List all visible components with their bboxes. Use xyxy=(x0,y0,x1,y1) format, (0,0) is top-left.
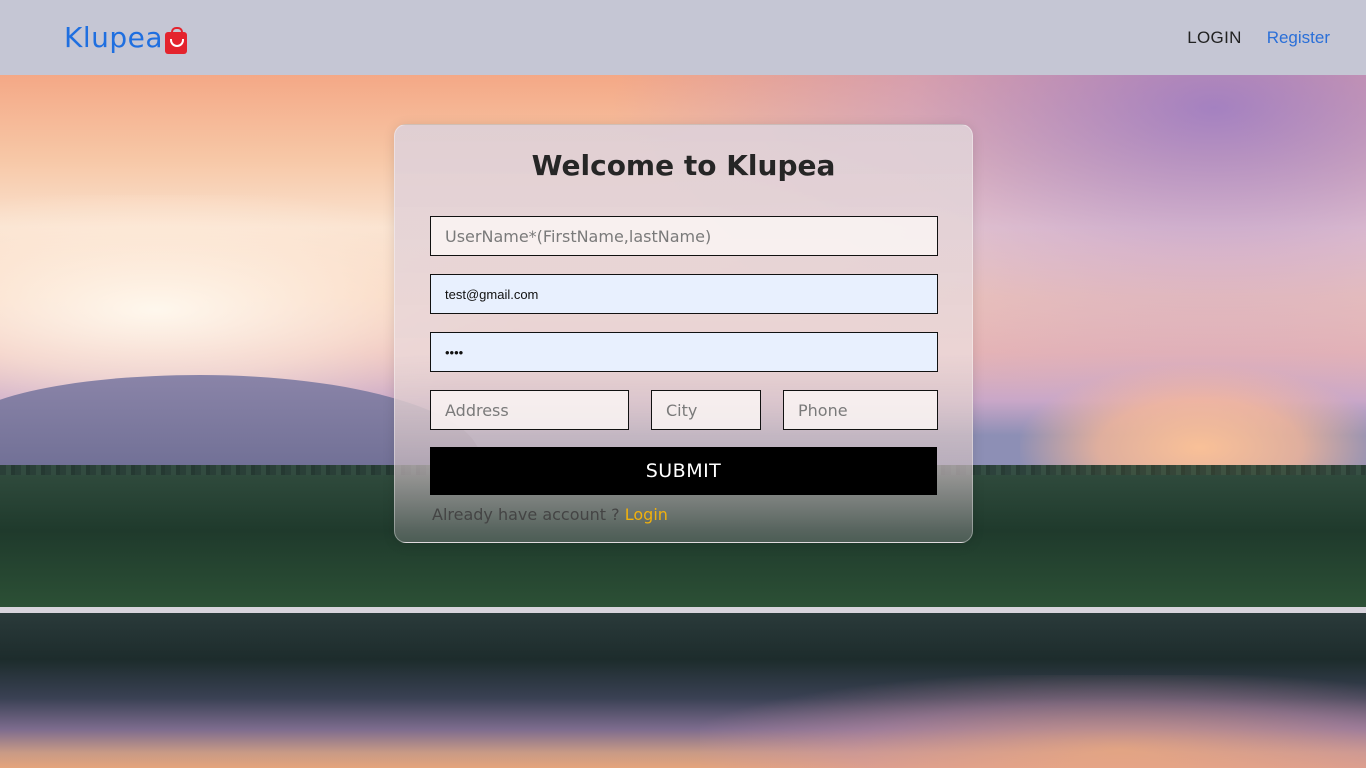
nav-login-link[interactable]: LOGIN xyxy=(1187,28,1241,48)
city-input[interactable] xyxy=(651,390,761,430)
submit-button[interactable]: SUBMIT xyxy=(430,447,937,495)
nav-links: LOGIN Register xyxy=(1187,28,1330,48)
shopping-bag-icon xyxy=(165,26,188,54)
top-navbar: Klupea LOGIN Register xyxy=(0,0,1366,75)
password-input[interactable] xyxy=(430,332,938,372)
address-input[interactable] xyxy=(430,390,629,430)
register-card: Welcome to Klupea SUBMIT Already have ac… xyxy=(394,124,973,543)
login-prompt-text: Already have account ? xyxy=(432,505,620,524)
brand-logo[interactable]: Klupea xyxy=(64,21,188,54)
login-link[interactable]: Login xyxy=(625,505,668,524)
form-title: Welcome to Klupea xyxy=(531,149,836,182)
email-input[interactable] xyxy=(430,274,938,314)
username-input[interactable] xyxy=(430,216,938,256)
login-prompt: Already have account ? Login xyxy=(432,505,668,524)
logo-text: Klupea xyxy=(64,21,164,54)
lake-reflection xyxy=(700,675,1366,768)
phone-input[interactable] xyxy=(783,390,938,430)
nav-register-link[interactable]: Register xyxy=(1267,28,1330,48)
